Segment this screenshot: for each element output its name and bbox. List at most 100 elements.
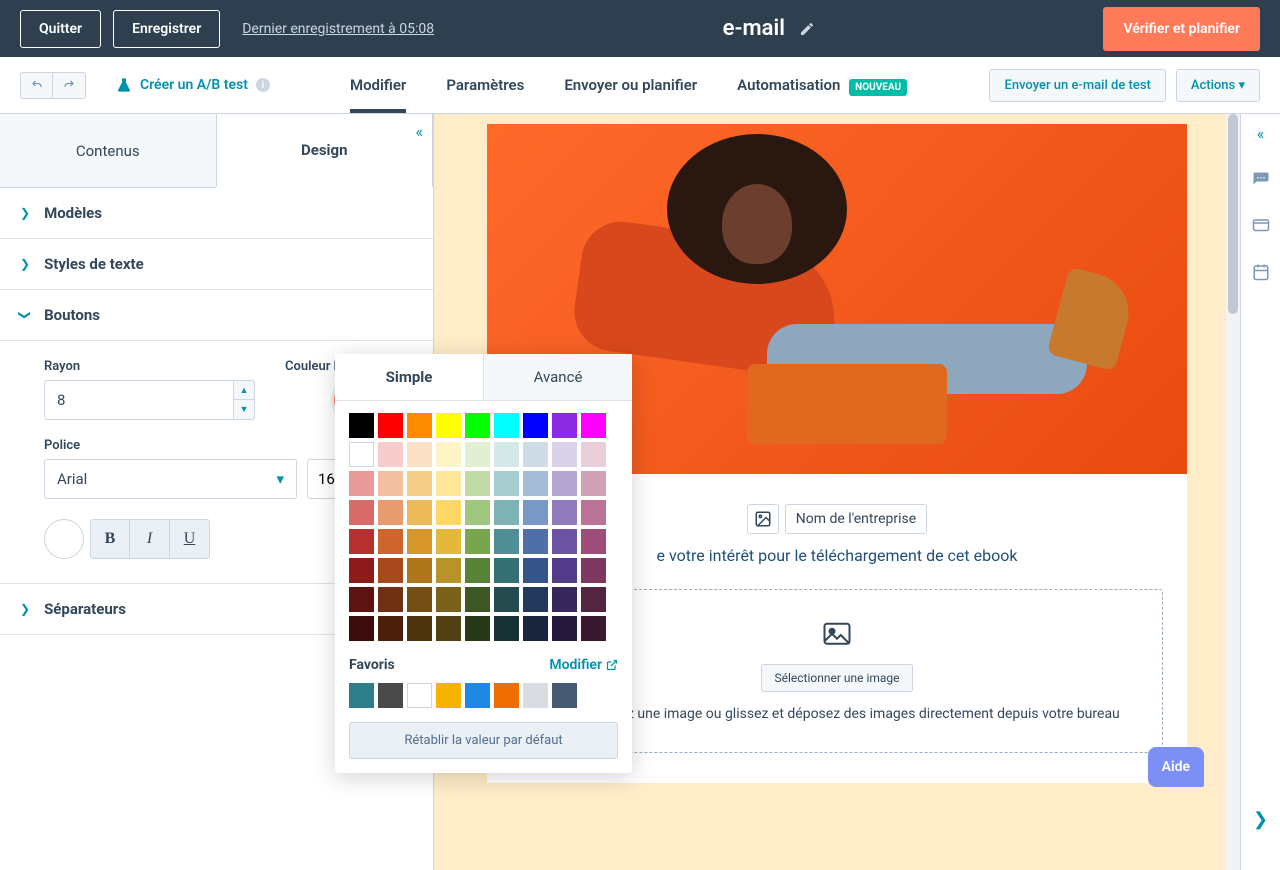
color-swatch[interactable] [349,471,374,496]
favorite-swatch[interactable] [494,683,519,708]
tab-edit[interactable]: Modifier [350,58,406,112]
ab-test-link[interactable]: Créer un A/B test i [116,77,270,93]
color-swatch[interactable] [465,413,490,438]
sidebar-tab-design[interactable]: Design [216,114,434,188]
color-swatch[interactable] [349,587,374,612]
color-swatch[interactable] [552,587,577,612]
italic-button[interactable]: I [130,519,170,559]
color-swatch[interactable] [349,442,374,467]
color-swatch[interactable] [436,471,461,496]
color-swatch[interactable] [465,529,490,554]
help-button[interactable]: Aide [1148,747,1204,787]
color-swatch[interactable] [465,558,490,583]
color-swatch[interactable] [523,529,548,554]
devices-icon[interactable] [1251,217,1271,235]
reset-color-button[interactable]: Rétablir la valeur par défaut [349,722,618,759]
color-swatch[interactable] [581,413,606,438]
color-swatch[interactable] [581,558,606,583]
font-select[interactable]: Arial▾ [44,459,297,499]
color-swatch[interactable] [523,500,548,525]
collapse-sidebar-icon[interactable]: « [415,122,423,141]
color-swatch[interactable] [349,558,374,583]
verify-schedule-button[interactable]: Vérifier et planifier [1103,7,1260,51]
color-swatch[interactable] [552,529,577,554]
radius-down[interactable]: ▼ [233,400,255,420]
color-swatch[interactable] [465,587,490,612]
color-swatch[interactable] [552,558,577,583]
undo-button[interactable] [20,72,53,99]
popover-tab-advanced[interactable]: Avancé [484,354,632,400]
color-swatch[interactable] [465,500,490,525]
color-swatch[interactable] [378,529,403,554]
text-color-swatch[interactable] [44,519,84,559]
color-swatch[interactable] [407,471,432,496]
color-swatch[interactable] [407,529,432,554]
color-swatch[interactable] [552,471,577,496]
color-swatch[interactable] [436,442,461,467]
favorite-swatch[interactable] [349,683,374,708]
color-swatch[interactable] [378,616,403,641]
section-text-styles[interactable]: ❯Styles de texte [0,239,433,290]
color-swatch[interactable] [465,471,490,496]
favorite-swatch[interactable] [523,683,548,708]
bold-button[interactable]: B [90,519,130,559]
select-image-button[interactable]: Sélectionner une image [761,664,912,692]
sidebar-tab-content[interactable]: Contenus [0,114,216,187]
color-swatch[interactable] [494,529,519,554]
color-swatch[interactable] [378,442,403,467]
favorite-swatch[interactable] [552,683,577,708]
favorite-swatch[interactable] [407,683,432,708]
color-swatch[interactable] [494,413,519,438]
color-swatch[interactable] [407,413,432,438]
color-swatch[interactable] [349,529,374,554]
color-swatch[interactable] [581,587,606,612]
tab-params[interactable]: Paramètres [446,58,524,112]
color-swatch[interactable] [494,558,519,583]
color-swatch[interactable] [581,616,606,641]
color-swatch[interactable] [436,413,461,438]
quit-button[interactable]: Quitter [20,10,101,48]
color-swatch[interactable] [494,616,519,641]
collapse-rail-icon[interactable]: « [1257,124,1265,143]
color-swatch[interactable] [552,413,577,438]
color-swatch[interactable] [407,558,432,583]
color-swatch[interactable] [378,587,403,612]
edit-title-icon[interactable] [799,21,815,37]
tab-send[interactable]: Envoyer ou planifier [564,58,697,112]
color-swatch[interactable] [378,413,403,438]
color-swatch[interactable] [494,471,519,496]
company-name-chip[interactable]: Nom de l'entreprise [785,504,927,534]
popover-tab-simple[interactable]: Simple [335,354,484,400]
color-swatch[interactable] [436,500,461,525]
color-swatch[interactable] [523,413,548,438]
modify-favorites-link[interactable]: Modifier [549,657,618,673]
favorite-swatch[interactable] [378,683,403,708]
save-button[interactable]: Enregistrer [113,10,220,48]
radius-up[interactable]: ▲ [233,380,255,400]
color-swatch[interactable] [523,616,548,641]
color-swatch[interactable] [523,442,548,467]
scrollbar-thumb[interactable] [1228,114,1238,314]
comments-icon[interactable] [1251,171,1271,189]
color-swatch[interactable] [494,587,519,612]
redo-button[interactable] [53,72,86,99]
color-swatch[interactable] [494,500,519,525]
color-swatch[interactable] [523,587,548,612]
color-swatch[interactable] [581,500,606,525]
color-swatch[interactable] [552,500,577,525]
color-swatch[interactable] [436,587,461,612]
send-test-button[interactable]: Envoyer un e-mail de test [989,69,1165,102]
color-swatch[interactable] [523,471,548,496]
logo-placeholder[interactable] [747,504,779,534]
color-swatch[interactable] [349,500,374,525]
color-swatch[interactable] [349,616,374,641]
color-swatch[interactable] [581,529,606,554]
color-swatch[interactable] [552,442,577,467]
color-swatch[interactable] [407,587,432,612]
expand-rail-icon[interactable]: ❯ [1253,809,1268,830]
color-swatch[interactable] [407,616,432,641]
calendar-icon[interactable] [1251,263,1271,281]
underline-button[interactable]: U [170,519,210,559]
color-swatch[interactable] [407,500,432,525]
section-buttons[interactable]: ❯Boutons [0,290,433,341]
